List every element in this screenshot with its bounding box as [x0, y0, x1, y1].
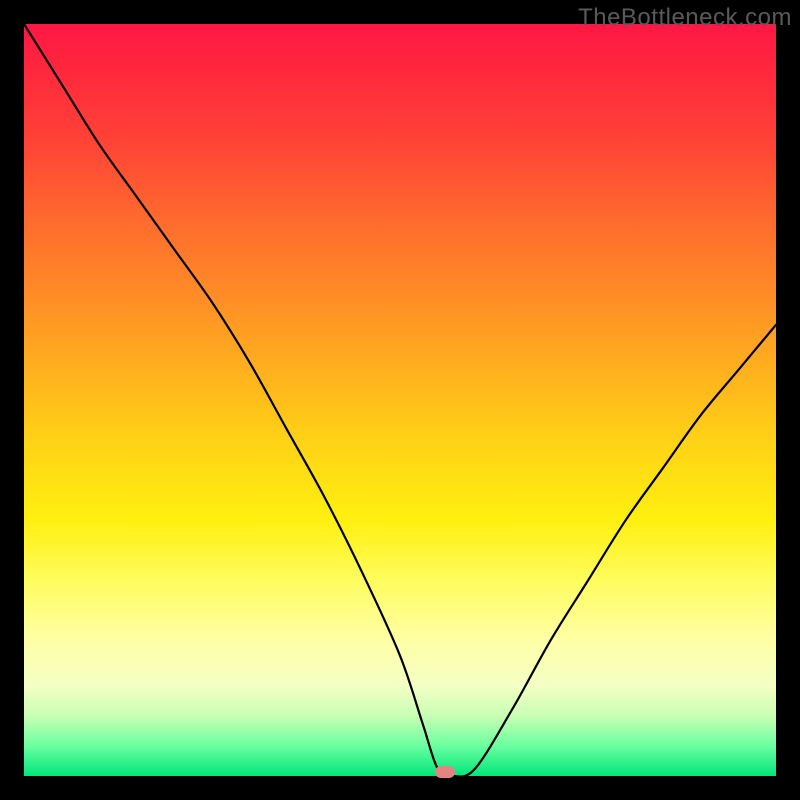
optimal-point-marker — [435, 766, 455, 778]
chart-frame: TheBottleneck.com — [0, 0, 800, 800]
bottleneck-curve — [24, 24, 776, 776]
plot-area — [24, 24, 776, 776]
watermark-text: TheBottleneck.com — [578, 4, 792, 32]
